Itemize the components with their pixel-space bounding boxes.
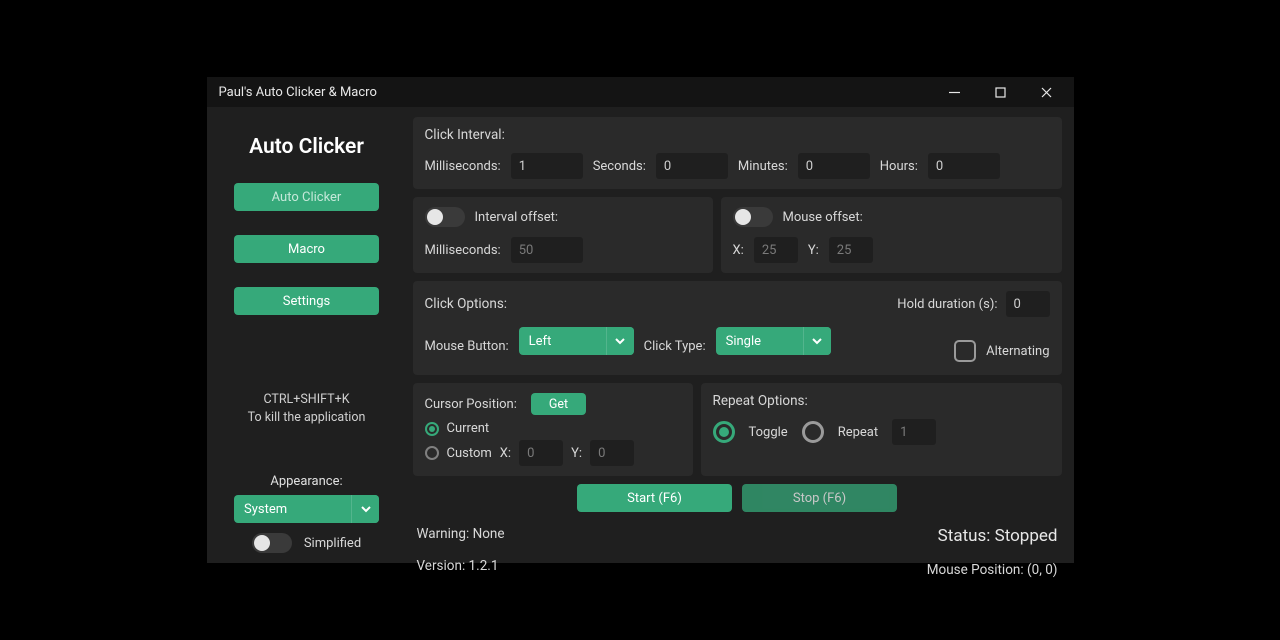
nav-auto-clicker[interactable]: Auto Clicker bbox=[234, 183, 379, 211]
simplified-toggle[interactable] bbox=[252, 533, 292, 553]
repeat-header: Repeat Options: bbox=[713, 393, 1050, 409]
sec-input[interactable] bbox=[656, 153, 728, 179]
cursor-custom-label: Custom bbox=[447, 446, 492, 461]
ms-label: Milliseconds: bbox=[425, 159, 501, 174]
window-controls bbox=[932, 77, 1070, 107]
hr-input[interactable] bbox=[928, 153, 1000, 179]
repeat-count-radio[interactable] bbox=[802, 421, 824, 443]
appearance-label: Appearance: bbox=[217, 474, 397, 489]
hold-duration-input[interactable] bbox=[1006, 291, 1050, 317]
hold-duration-label: Hold duration (s): bbox=[897, 297, 997, 312]
maximize-button[interactable] bbox=[978, 77, 1024, 107]
interval-offset-ms-input[interactable] bbox=[511, 237, 583, 263]
mouse-button-select[interactable]: Left bbox=[519, 327, 634, 355]
repeat-toggle-label: Toggle bbox=[749, 425, 788, 440]
mouse-offset-x-label: X: bbox=[733, 243, 744, 258]
cursor-x-label: X: bbox=[500, 446, 511, 461]
kill-shortcut-note: CTRL+SHIFT+K To kill the application bbox=[248, 391, 366, 426]
version-text: Version: 1.2.1 bbox=[417, 558, 505, 574]
mouse-offset-label: Mouse offset: bbox=[783, 210, 863, 225]
nav-settings[interactable]: Settings bbox=[234, 287, 379, 315]
status-text: Status: Stopped bbox=[938, 526, 1058, 546]
cursor-custom-radio[interactable] bbox=[425, 446, 439, 460]
interval-offset-toggle[interactable] bbox=[425, 207, 465, 227]
alternating-label: Alternating bbox=[986, 344, 1049, 359]
cursor-x-input[interactable] bbox=[519, 440, 563, 466]
chevron-down-icon bbox=[606, 327, 634, 355]
cursor-y-input[interactable] bbox=[590, 440, 634, 466]
click-interval-header: Click Interval: bbox=[425, 127, 1050, 143]
cursor-position-panel: Cursor Position: Get Current Custom X: Y… bbox=[413, 383, 693, 476]
simplified-label: Simplified bbox=[304, 536, 361, 551]
interval-offset-panel: Interval offset: Milliseconds: bbox=[413, 197, 713, 273]
sidebar: Auto Clicker Auto Clicker Macro Settings… bbox=[207, 107, 407, 563]
window-title: Paul's Auto Clicker & Macro bbox=[219, 85, 377, 100]
min-input[interactable] bbox=[798, 153, 870, 179]
page-title: Auto Clicker bbox=[249, 135, 364, 159]
mouse-position-text: Mouse Position: (0, 0) bbox=[927, 562, 1058, 578]
ms-input[interactable] bbox=[511, 153, 583, 179]
click-type-value: Single bbox=[726, 334, 761, 349]
interval-offset-ms-label: Milliseconds: bbox=[425, 243, 501, 258]
cursor-y-label: Y: bbox=[571, 446, 582, 461]
chevron-down-icon bbox=[803, 327, 831, 355]
mouse-offset-x-input[interactable] bbox=[754, 237, 798, 263]
mouse-button-label: Mouse Button: bbox=[425, 339, 509, 354]
warning-text: Warning: None bbox=[417, 526, 505, 542]
click-interval-panel: Click Interval: Milliseconds: Seconds: M… bbox=[413, 117, 1062, 189]
repeat-count-label: Repeat bbox=[838, 425, 878, 440]
appearance-section: Appearance: System Simplified bbox=[217, 474, 397, 553]
action-buttons: Start (F6) Stop (F6) bbox=[413, 484, 1062, 512]
click-options-header: Click Options: bbox=[425, 296, 508, 312]
get-position-button[interactable]: Get bbox=[531, 393, 586, 415]
mouse-offset-toggle[interactable] bbox=[733, 207, 773, 227]
cursor-position-header: Cursor Position: bbox=[425, 397, 517, 412]
hr-label: Hours: bbox=[880, 159, 918, 174]
titlebar: Paul's Auto Clicker & Macro bbox=[207, 77, 1074, 107]
min-label: Minutes: bbox=[738, 159, 788, 174]
chevron-down-icon bbox=[351, 495, 379, 523]
click-type-label: Click Type: bbox=[644, 339, 706, 354]
mouse-offset-y-label: Y: bbox=[808, 243, 819, 258]
nav-macro[interactable]: Macro bbox=[234, 235, 379, 263]
stop-button[interactable]: Stop (F6) bbox=[742, 484, 897, 512]
app-window: Paul's Auto Clicker & Macro Auto Clicker… bbox=[207, 77, 1074, 563]
alternating-checkbox[interactable] bbox=[954, 340, 976, 362]
main-content: Click Interval: Milliseconds: Seconds: M… bbox=[407, 107, 1074, 563]
mouse-offset-panel: Mouse offset: X: Y: bbox=[721, 197, 1062, 273]
repeat-toggle-radio[interactable] bbox=[713, 421, 735, 443]
mouse-offset-y-input[interactable] bbox=[829, 237, 873, 263]
click-type-select[interactable]: Single bbox=[716, 327, 831, 355]
repeat-count-input[interactable] bbox=[892, 419, 936, 445]
close-button[interactable] bbox=[1024, 77, 1070, 107]
footer: Warning: None Version: 1.2.1 Status: Sto… bbox=[413, 520, 1062, 578]
appearance-value: System bbox=[244, 502, 287, 517]
sec-label: Seconds: bbox=[593, 159, 646, 174]
cursor-current-label: Current bbox=[447, 421, 490, 436]
interval-offset-label: Interval offset: bbox=[475, 210, 559, 225]
repeat-options-panel: Repeat Options: Toggle Repeat bbox=[701, 383, 1062, 476]
minimize-button[interactable] bbox=[932, 77, 978, 107]
mouse-button-value: Left bbox=[529, 334, 552, 349]
start-button[interactable]: Start (F6) bbox=[577, 484, 732, 512]
click-options-panel: Click Options: Hold duration (s): Mouse … bbox=[413, 281, 1062, 375]
cursor-current-radio[interactable] bbox=[425, 422, 439, 436]
appearance-select[interactable]: System bbox=[234, 495, 379, 523]
